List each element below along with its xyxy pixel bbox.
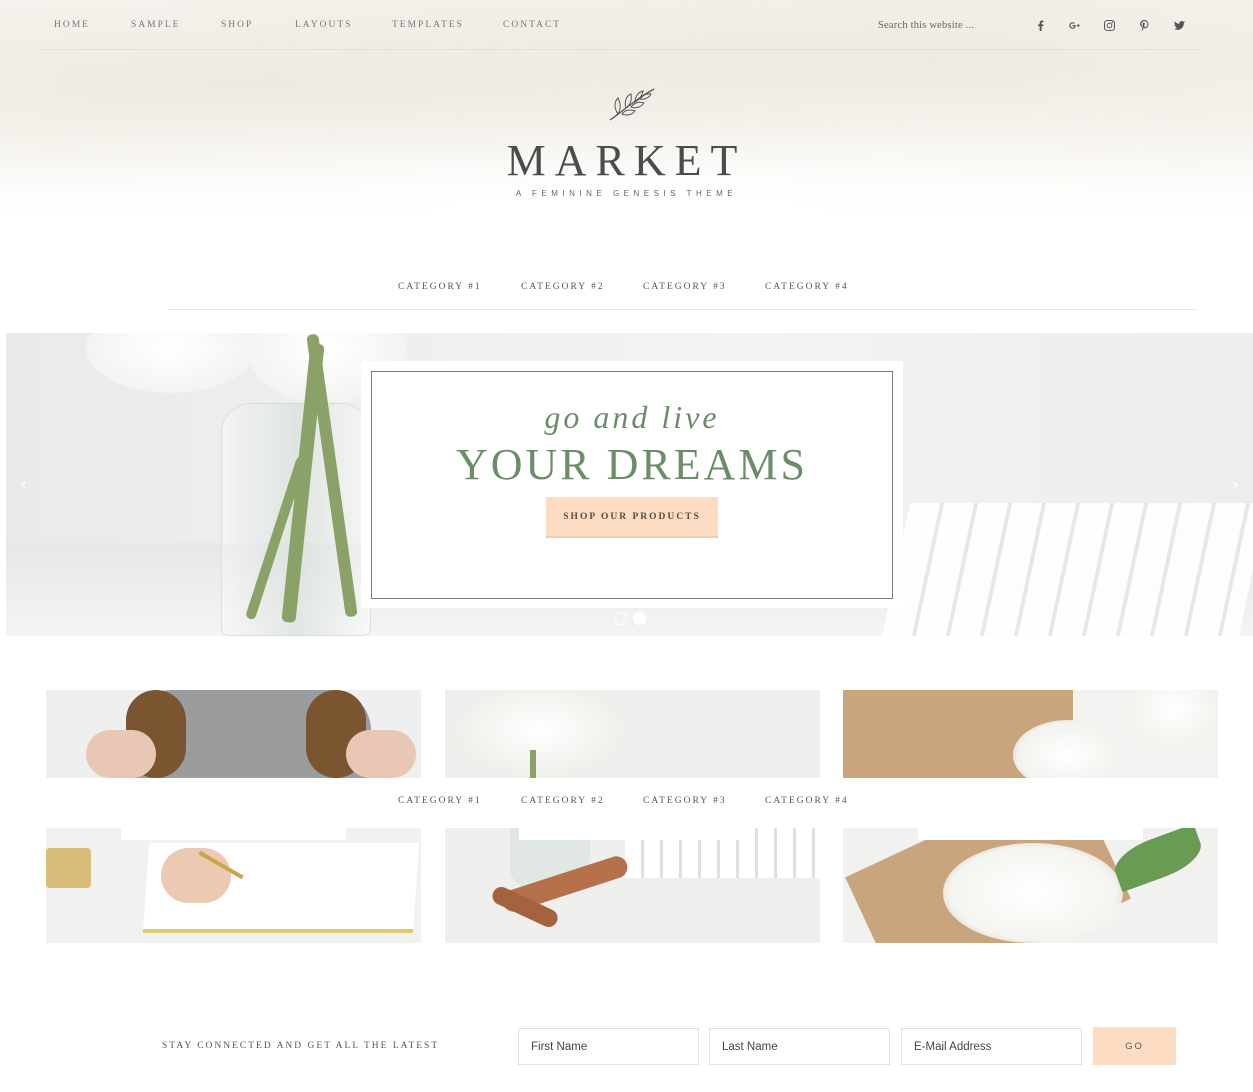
first-name-field[interactable]: [518, 1028, 699, 1065]
tile-label-tab: [519, 826, 744, 840]
category-link-4[interactable]: CATEGORY #4: [765, 282, 849, 292]
shop-products-button[interactable]: SHOP OUR PRODUCTS: [546, 497, 718, 538]
hand-image: [161, 848, 231, 903]
stem-image: [530, 750, 536, 778]
feature-tile-3-lower[interactable]: [843, 828, 1218, 943]
category-link-2[interactable]: CATEGORY #2: [521, 282, 605, 292]
tile-label-tab: [918, 826, 1143, 840]
category-link-3[interactable]: CATEGORY #3: [643, 796, 727, 806]
feature-tile-2[interactable]: [445, 690, 820, 778]
hero-flower-image: [86, 333, 256, 393]
google-plus-icon[interactable]: [1066, 17, 1082, 33]
category-link-1[interactable]: CATEGORY #1: [398, 282, 482, 292]
nav-shop[interactable]: SHOP: [221, 20, 253, 30]
last-name-field[interactable]: [709, 1028, 890, 1065]
nav-home[interactable]: HOME: [54, 20, 90, 30]
nav-sample[interactable]: SAMPLE: [131, 20, 180, 30]
instagram-icon[interactable]: [1101, 17, 1117, 33]
slider-prev-arrow[interactable]: ‹: [20, 476, 27, 494]
feature-tile-2-lower[interactable]: [445, 828, 820, 943]
feature-tile-1-lower[interactable]: [46, 828, 421, 943]
email-field[interactable]: [901, 1028, 1082, 1065]
feature-tile-3[interactable]: [843, 690, 1218, 778]
peony-image: [943, 843, 1123, 943]
slider-next-arrow[interactable]: ›: [1232, 476, 1239, 494]
search-input[interactable]: Search this website ...: [878, 20, 974, 31]
nav-templates[interactable]: TEMPLATES: [392, 20, 464, 30]
newsletter-go-button[interactable]: GO: [1093, 1027, 1176, 1065]
hero-keyboard-image: [881, 503, 1253, 636]
newsletter-label: STAY CONNECTED AND GET ALL THE LATEST: [162, 1041, 440, 1051]
leaf-sprig-logo-icon: [609, 88, 655, 121]
notebook-image: [46, 848, 91, 888]
hero-slider: ‹ › go and live YOUR DREAMS SHOP OUR PRO…: [6, 333, 1253, 636]
nav-contact[interactable]: CONTACT: [503, 20, 561, 30]
slider-dot-1[interactable]: [614, 612, 627, 625]
category-link-3[interactable]: CATEGORY #3: [643, 282, 727, 292]
hero-script-text: go and live: [544, 399, 720, 435]
peony-image: [450, 690, 630, 778]
slider-dot-2[interactable]: [633, 612, 646, 625]
category-navigation: CATEGORY #1 CATEGORY #2 CATEGORY #3 CATE…: [168, 282, 1198, 310]
slider-pagination: [614, 612, 646, 625]
tile-label-tab: [121, 826, 346, 840]
top-navigation: HOME SAMPLE SHOP LAYOUTS TEMPLATES CONTA…: [40, 0, 1200, 50]
category-link-4[interactable]: CATEGORY #4: [765, 796, 849, 806]
category-link-1[interactable]: CATEGORY #1: [398, 796, 482, 806]
site-tagline: A FEMININE GENESIS THEME: [515, 189, 738, 198]
arm-image: [346, 730, 416, 778]
category-link-2[interactable]: CATEGORY #2: [521, 796, 605, 806]
site-title[interactable]: MARKET: [0, 135, 1253, 186]
twitter-icon[interactable]: [1171, 17, 1187, 33]
arm-image: [86, 730, 156, 778]
hero-headline: YOUR DREAMS: [455, 440, 809, 489]
facebook-icon[interactable]: [1032, 17, 1048, 33]
category-navigation-overlay: CATEGORY #1 CATEGORY #2 CATEGORY #3 CATE…: [168, 796, 1198, 824]
nav-layouts[interactable]: LAYOUTS: [295, 20, 352, 30]
pinterest-icon[interactable]: [1136, 17, 1152, 33]
feature-tile-1[interactable]: [46, 690, 421, 778]
hero-card: go and live YOUR DREAMS SHOP OUR PRODUCT…: [361, 361, 903, 608]
